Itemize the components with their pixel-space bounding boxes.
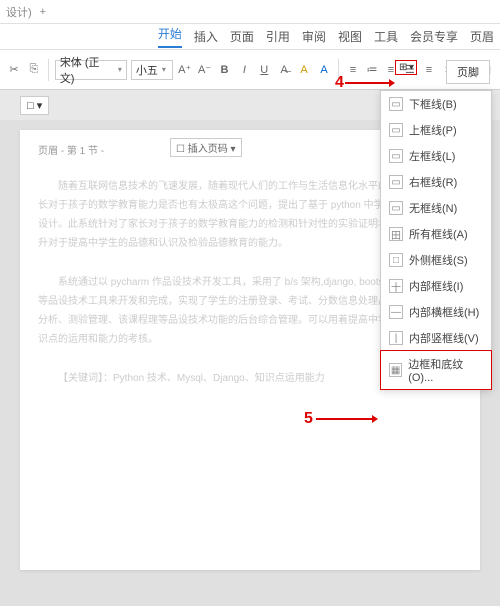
cut-icon[interactable]: ✂ — [6, 62, 22, 78]
border-inside[interactable]: 十内部框线(I) — [381, 273, 491, 299]
menu-view[interactable]: 视图 — [338, 28, 362, 45]
border-inside-v-icon: | — [389, 331, 403, 345]
border-outside[interactable]: □外侧框线(S) — [381, 247, 491, 273]
bold-icon[interactable]: B — [217, 62, 233, 78]
border-bottom-icon: ▭ — [389, 97, 403, 111]
border-left[interactable]: ▭左框线(L) — [381, 143, 491, 169]
menu-page[interactable]: 页面 — [230, 28, 254, 45]
numbering-icon[interactable]: ≔ — [364, 62, 380, 78]
copy-icon[interactable]: ⎘ — [26, 62, 42, 78]
annotation-arrow-5 — [316, 418, 376, 420]
border-all[interactable]: 田所有框线(A) — [381, 221, 491, 247]
font-select[interactable]: 宋体 (正文) — [55, 60, 127, 80]
menu-header[interactable]: 页眉 — [470, 28, 494, 45]
border-inside-h-icon: — — [389, 305, 403, 319]
borders-and-shading[interactable]: ▦边框和底纹(O)... — [380, 350, 492, 390]
annotation-arrow-4 — [345, 82, 393, 84]
border-right-icon: ▭ — [389, 175, 403, 189]
borders-shading-icon: ▦ — [389, 363, 402, 377]
menu-tools[interactable]: 工具 — [374, 28, 398, 45]
border-all-icon: 田 — [389, 227, 403, 241]
menu-bar: 开始 插入 页面 引用 审阅 视图 工具 会员专享 页眉 — [0, 24, 500, 50]
border-right[interactable]: ▭右框线(R) — [381, 169, 491, 195]
highlight-icon[interactable]: A — [296, 62, 312, 78]
border-top[interactable]: ▭上框线(P) — [381, 117, 491, 143]
font-color-icon[interactable]: A — [316, 62, 332, 78]
align-right-icon[interactable]: ≡ — [421, 62, 437, 78]
border-none[interactable]: ▭无框线(N) — [381, 195, 491, 221]
border-dropdown[interactable]: ⊞▾ — [395, 60, 417, 75]
border-menu: ▭下框线(B) ▭上框线(P) ▭左框线(L) ▭右框线(R) ▭无框线(N) … — [380, 90, 492, 390]
toolbar: ✂ ⎘ 宋体 (正文) 小五 A⁺ A⁻ B I U A̶ A A ≡ ≔ ≡ … — [0, 50, 500, 90]
border-top-icon: ▭ — [389, 123, 403, 137]
annotation-5: 5 — [304, 410, 313, 428]
underline-icon[interactable]: U — [256, 62, 272, 78]
insert-page-number[interactable]: ☐ 插入页码 ▾ — [170, 138, 242, 157]
strike-icon[interactable]: A̶ — [276, 62, 292, 78]
border-none-icon: ▭ — [389, 201, 403, 215]
grow-font-icon[interactable]: A⁺ — [177, 62, 193, 78]
title-tabs: 设计) + — [0, 0, 500, 24]
border-inside-icon: 十 — [389, 279, 403, 293]
border-left-icon: ▭ — [389, 149, 403, 163]
border-bottom[interactable]: ▭下框线(B) — [381, 91, 491, 117]
menu-insert[interactable]: 插入 — [194, 28, 218, 45]
menu-start[interactable]: 开始 — [158, 25, 182, 48]
size-select[interactable]: 小五 — [131, 60, 173, 80]
menu-reference[interactable]: 引用 — [266, 28, 290, 45]
shrink-font-icon[interactable]: A⁻ — [197, 62, 213, 78]
footer-button[interactable]: 页脚 — [446, 60, 490, 84]
menu-member[interactable]: 会员专享 — [410, 28, 458, 45]
border-inside-h[interactable]: —内部横框线(H) — [381, 299, 491, 325]
italic-icon[interactable]: I — [236, 62, 252, 78]
annotation-4: 4 — [335, 74, 344, 92]
border-outside-icon: □ — [389, 253, 403, 267]
new-tab[interactable]: + — [40, 6, 46, 18]
menu-review[interactable]: 审阅 — [302, 28, 326, 45]
bullets-icon[interactable]: ≡ — [345, 62, 361, 78]
doc-tab[interactable]: 设计) — [6, 4, 32, 20]
outline-button[interactable]: □ ▾ — [20, 96, 49, 115]
border-inside-v[interactable]: |内部竖框线(V) — [381, 325, 491, 351]
